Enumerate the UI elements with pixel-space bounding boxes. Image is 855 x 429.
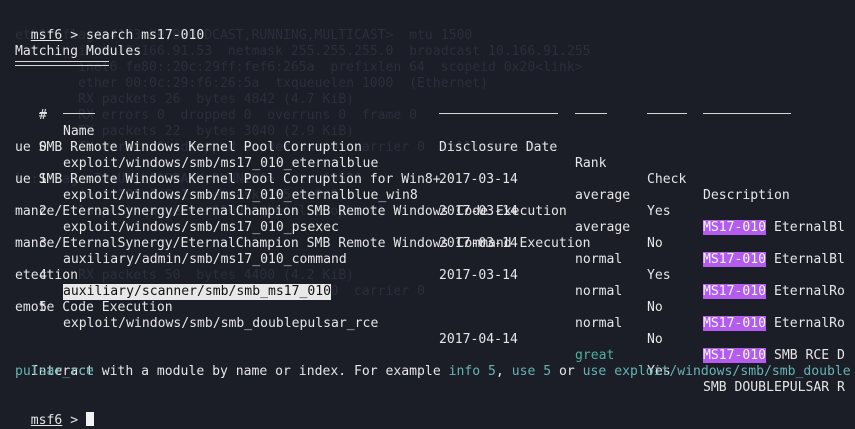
header-description-underline — [703, 113, 791, 114]
prompt-separator: > — [62, 28, 86, 43]
row-wrap: ue SMB Remote Windows Kernel Pool Corrup… — [15, 172, 441, 187]
command-text: search ms17-010 — [85, 28, 205, 43]
header-name-underline — [63, 113, 95, 114]
ghost-line: ether 00:0c:29:f6:26:5a txqueuelen 1000 … — [15, 76, 488, 91]
row-name: exploit/windows/smb/smb_doublepulsar_rce — [63, 316, 379, 331]
example-use-path-command[interactable]: use exploit/windows/smb/smb_double — [583, 364, 851, 379]
table-row: 3 auxiliary/admin/smb/ms17_010_command 2… — [0, 220, 855, 331]
hint-separator: or — [551, 364, 583, 379]
interact-hint: Interact with a module by name or index.… — [15, 348, 851, 379]
table-row: 4 auxiliary/scanner/smb/smb_ms17_010 nor… — [0, 252, 855, 363]
row-description-text: EternalRo — [766, 316, 845, 331]
header-num: # — [39, 108, 47, 123]
command-line: msf6 > search ms17-010 — [15, 12, 204, 43]
table-row: 5 exploit/windows/smb/smb_doublepulsar_r… — [0, 284, 855, 395]
header-date: Disclosure Date — [439, 140, 558, 155]
example-use-index-command[interactable]: use 5 — [512, 364, 551, 379]
row-date: 2017-03-14 — [439, 268, 518, 283]
hint-separator: , — [495, 364, 512, 379]
table-row: 1 exploit/windows/smb/ms17_010_eternalbl… — [0, 156, 855, 267]
row-wrap: mance/EternalSynergy/EternalChampion SMB… — [15, 236, 591, 251]
text-cursor — [85, 412, 94, 426]
input-line[interactable]: msf6 > — [15, 396, 94, 428]
table-row: 0 exploit/windows/smb/ms17_010_eternalbl… — [0, 124, 855, 235]
prompt-separator: > — [62, 413, 86, 428]
header-date-underline — [439, 113, 558, 114]
section-title: Matching Modules — [15, 44, 142, 59]
header-check-underline — [647, 113, 687, 114]
ms17-010-tag: MS17-010 — [703, 316, 767, 331]
row-date: 2017-03-14 — [439, 172, 518, 187]
header-num-underline — [39, 113, 47, 114]
section-title-underline — [15, 61, 109, 66]
row-wrap: mance/EternalSynergy/EternalChampion SMB… — [15, 204, 567, 219]
header-check: Check — [647, 172, 687, 187]
row-check: Yes — [647, 204, 671, 219]
row-check: Yes — [647, 268, 671, 283]
row-wrap: emote Code Execution — [15, 300, 173, 315]
row-rank: normal — [575, 316, 623, 331]
row-wrap: etection — [15, 268, 79, 283]
table-header: # Name Disclosure Date Rank Check Descri… — [0, 92, 855, 203]
example-use-path-wrap[interactable]: pulsar_rce — [15, 364, 94, 380]
table-row: 2 exploit/windows/smb/ms17_010_psexec 20… — [0, 188, 855, 299]
row-check: No — [647, 236, 663, 251]
row-date: 2017-04-14 — [439, 332, 518, 347]
row-description: SMB DOUBLEPULSAR R — [703, 380, 845, 395]
example-info-command[interactable]: info 5 — [449, 364, 496, 379]
row-description: MS17-010 EternalRo — [703, 316, 845, 332]
prompt-label: msf6 — [30, 28, 63, 43]
row-check: No — [647, 332, 663, 347]
prompt-label: msf6 — [30, 413, 63, 428]
ghost-line: RX errors 0 dropped 0 overruns 0 frame 0 — [15, 108, 418, 123]
row-wrap: ue SMB Remote Windows Kernel Pool Corrup… — [15, 140, 362, 155]
row-check: No — [647, 300, 663, 315]
header-rank-underline — [575, 113, 607, 114]
